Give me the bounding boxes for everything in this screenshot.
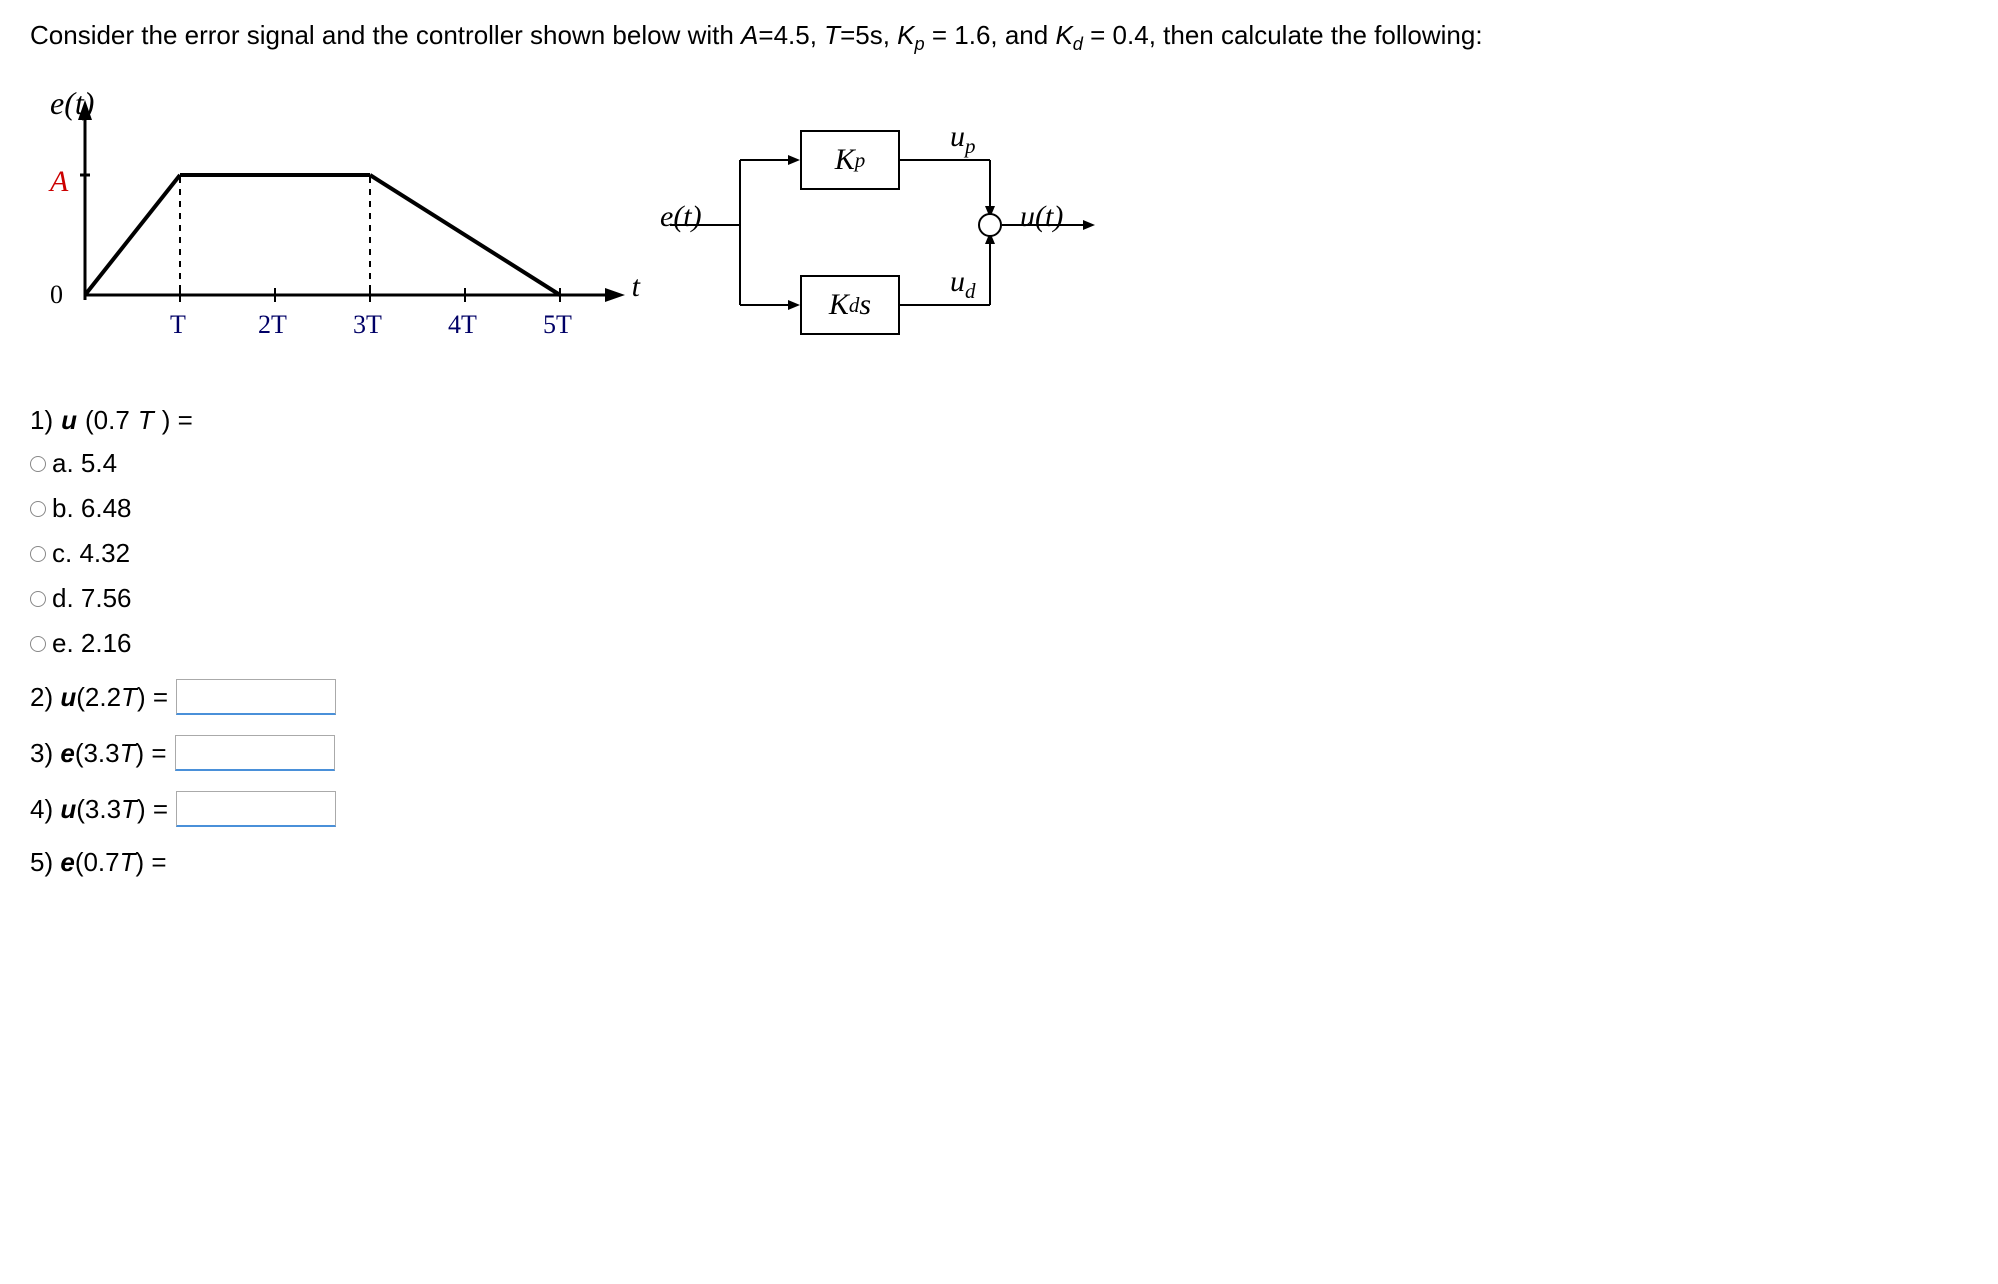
q1-option-b[interactable]: b. 6.48 <box>30 493 1968 524</box>
q1-option-e-label: e. 2.16 <box>52 628 132 659</box>
q4-input[interactable] <box>176 791 336 827</box>
graph-tick-2T: 2T <box>258 310 287 340</box>
prompt-A-val: =4.5, <box>758 20 824 50</box>
q4-row: 4) u(3.3T) = <box>30 791 1968 827</box>
graph-svg <box>30 85 630 365</box>
radio-icon[interactable] <box>30 636 46 652</box>
graph-tick-5T: 5T <box>543 310 572 340</box>
block-kds-box: Kds <box>800 275 900 335</box>
prompt-prefix: Consider the error signal and the contro… <box>30 20 741 50</box>
q3-row: 3) e(3.3T) = <box>30 735 1968 771</box>
diagrams-row: e(t) A 0 t T 2T 3T <box>30 85 1968 365</box>
q2-input[interactable] <box>176 679 336 715</box>
q2-label: 2) u(2.2T) = <box>30 682 168 713</box>
question-prompt: Consider the error signal and the contro… <box>30 20 1968 55</box>
q1-option-d[interactable]: d. 7.56 <box>30 583 1968 614</box>
q5-label: 5) e(0.7T) = <box>30 847 167 878</box>
radio-icon[interactable] <box>30 456 46 472</box>
prompt-Kp-sub: p <box>915 34 925 54</box>
prompt-Kp-K: K <box>897 20 914 50</box>
q3-input[interactable] <box>175 735 335 771</box>
graph-x-axis-label: t <box>632 270 640 304</box>
block-input-label: e(t) <box>660 200 702 234</box>
prompt-A-label: A <box>741 20 758 50</box>
q1-option-a-label: a. 5.4 <box>52 448 117 479</box>
q3-label: 3) e(3.3T) = <box>30 738 167 769</box>
graph-tick-3T: 3T <box>353 310 382 340</box>
q5-row: 5) e(0.7T) = <box>30 847 1968 878</box>
q1-option-d-label: d. 7.56 <box>52 583 132 614</box>
q4-label: 4) u(3.3T) = <box>30 794 168 825</box>
radio-icon[interactable] <box>30 546 46 562</box>
q1-label: 1) u(0.7T) = <box>30 405 1968 436</box>
block-ud-label: ud <box>950 265 976 304</box>
prompt-T-label: T <box>824 20 840 50</box>
block-summer <box>978 213 1002 237</box>
radio-icon[interactable] <box>30 591 46 607</box>
q1-option-e[interactable]: e. 2.16 <box>30 628 1968 659</box>
prompt-Kp-val: = 1.6, and <box>925 20 1056 50</box>
prompt-T-val: =5s, <box>840 20 897 50</box>
radio-icon[interactable] <box>30 501 46 517</box>
q1-option-c[interactable]: c. 4.32 <box>30 538 1968 569</box>
controller-block-diagram: e(t) Kp Kds up ud u(t) <box>670 105 1120 365</box>
q1-option-c-label: c. 4.32 <box>52 538 130 569</box>
prompt-Kd-sub: d <box>1073 34 1083 54</box>
q2-row: 2) u(2.2T) = <box>30 679 1968 715</box>
block-up-label: up <box>950 120 976 159</box>
block-output-label: u(t) <box>1020 200 1063 234</box>
q1-option-b-label: b. 6.48 <box>52 493 132 524</box>
prompt-Kd-val: = 0.4, then calculate the following: <box>1083 20 1483 50</box>
questions-section: 1) u(0.7T) = a. 5.4 b. 6.48 c. 4.32 d. 7… <box>30 405 1968 878</box>
prompt-Kd-K: K <box>1055 20 1072 50</box>
q1-option-a[interactable]: a. 5.4 <box>30 448 1968 479</box>
error-signal-graph: e(t) A 0 t T 2T 3T <box>30 85 630 365</box>
block-kp-box: Kp <box>800 130 900 190</box>
graph-tick-4T: 4T <box>448 310 477 340</box>
graph-tick-T: T <box>170 310 186 340</box>
